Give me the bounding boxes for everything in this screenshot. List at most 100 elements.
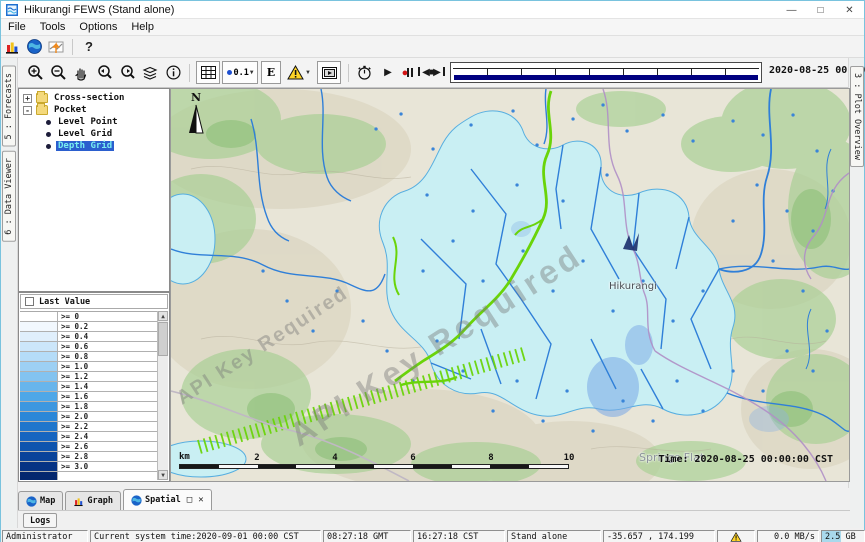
color-swatch: [20, 372, 58, 381]
globe-icon: [27, 39, 42, 54]
spatial-display-button[interactable]: [45, 37, 67, 57]
color-swatch: [20, 352, 58, 361]
close-button[interactable]: ✕: [835, 1, 864, 19]
pan-button[interactable]: [70, 61, 92, 84]
legend-row: >= 1.0: [20, 362, 157, 372]
bullet-icon: [46, 144, 51, 149]
help-button[interactable]: ?: [78, 37, 100, 57]
scroll-up-icon[interactable]: ▲: [158, 311, 168, 321]
status-user: Administrator: [2, 530, 88, 542]
panel-close-icon[interactable]: ✕: [198, 495, 203, 505]
bar-chart-icon: [4, 39, 20, 55]
info-button[interactable]: [162, 61, 184, 84]
town-label: Hikurangi: [609, 281, 657, 292]
tab-spatial[interactable]: Spatial □ ✕: [123, 489, 212, 510]
play-button[interactable]: ▶: [378, 61, 398, 84]
color-swatch: [20, 422, 58, 431]
scale-bar: km 2 4 6 8 10: [179, 451, 571, 469]
tab-forecasts[interactable]: 5 : Forecasts: [2, 66, 16, 147]
status-local-time: 16:27:18 CST: [413, 530, 505, 542]
map-time-label: Time: 2020-08-25 00:00:00 CST: [658, 454, 833, 465]
step-back-icon: ◀: [418, 67, 430, 78]
timeline-range-bar[interactable]: [454, 75, 758, 80]
thresholds-warning-dropdown[interactable]: ▼: [284, 61, 314, 84]
tab-plot-overview[interactable]: 3 : Plot Overview: [850, 66, 864, 167]
legend-row: >= 2.6: [20, 442, 157, 452]
last-value-checkbox[interactable]: [25, 297, 34, 306]
toolbar-separator: [189, 64, 190, 82]
color-swatch: [20, 442, 58, 451]
layers-button[interactable]: [139, 61, 161, 84]
tab-map[interactable]: Map: [18, 491, 63, 510]
zoom-in-icon: [27, 64, 44, 81]
status-bar: Administrator Current system time:2020-0…: [1, 530, 865, 542]
color-swatch: [20, 312, 58, 321]
zoom-next-button[interactable]: [116, 61, 138, 84]
status-system-time: Current system time:2020-09-01 00:00 CST: [90, 530, 321, 542]
status-warning-cell[interactable]: [717, 530, 755, 542]
grid-threshold-dropdown[interactable]: 0.1 ▼: [222, 61, 258, 84]
help-icon: ?: [85, 39, 93, 54]
expand-icon[interactable]: +: [23, 94, 32, 103]
color-swatch: [20, 402, 58, 411]
menu-help[interactable]: Help: [124, 20, 161, 34]
map-canvas[interactable]: N API Key Required API Key Required Hiku…: [170, 88, 850, 482]
grid-display-button[interactable]: [196, 61, 220, 84]
database-viewer-button[interactable]: [1, 37, 23, 57]
menu-options[interactable]: Options: [72, 20, 124, 34]
label-edit-button[interactable]: E: [261, 61, 281, 84]
window-title: Hikurangi FEWS (Stand alone): [24, 4, 174, 16]
zoom-in-button[interactable]: [24, 61, 46, 84]
warning-triangle-icon: [730, 532, 742, 542]
panel-maximize-icon[interactable]: □: [187, 495, 192, 505]
logs-button[interactable]: Logs: [23, 513, 57, 528]
zoom-previous-button[interactable]: [93, 61, 115, 84]
globe-icon: [131, 495, 142, 506]
application-window: Hikurangi FEWS (Stand alone) — □ ✕ File …: [0, 0, 865, 542]
menu-tools[interactable]: Tools: [33, 20, 73, 34]
timeline-axis: [453, 68, 759, 69]
edit-icon: E: [267, 66, 275, 79]
menu-file[interactable]: File: [1, 20, 33, 34]
legend-row: >= 2.2: [20, 422, 157, 432]
color-swatch: [20, 322, 58, 331]
main-toolbar: ?: [1, 36, 864, 58]
left-panel-strip: 5 : Forecasts 6 : Data Viewer: [1, 58, 18, 528]
tab-graph[interactable]: Graph: [65, 491, 121, 510]
record-button[interactable]: ●: [398, 61, 412, 84]
layers-icon: [142, 66, 158, 80]
record-icon: ●: [402, 67, 409, 79]
zoom-out-button[interactable]: [47, 61, 69, 84]
animation-display-button[interactable]: [317, 61, 341, 84]
animation-settings-button[interactable]: [352, 61, 376, 84]
layer-tree: + Cross-section - Pocket Level Point Lev…: [18, 88, 170, 292]
minimize-button[interactable]: —: [777, 1, 806, 19]
last-value-row: Last Value: [20, 294, 168, 309]
tree-item-pocket[interactable]: - Pocket: [19, 104, 169, 116]
maximize-button[interactable]: □: [806, 1, 835, 19]
tree-item-depth-grid[interactable]: Depth Grid: [19, 140, 169, 152]
collapse-icon[interactable]: -: [23, 106, 32, 115]
status-gmt-time: 08:27:18 GMT: [323, 530, 411, 542]
tree-item-level-grid[interactable]: Level Grid: [19, 128, 169, 140]
warning-triangle-icon: [287, 65, 304, 80]
tree-item-level-point[interactable]: Level Point: [19, 116, 169, 128]
legend-scrollbar[interactable]: ▲ ▼: [157, 311, 168, 480]
scrollbar-thumb[interactable]: [158, 322, 168, 356]
step-back-button[interactable]: ◀: [417, 61, 431, 84]
tab-data-viewer[interactable]: 6 : Data Viewer: [2, 151, 16, 242]
legend-row: >= 0.2: [20, 322, 157, 332]
step-forward-button[interactable]: ▶: [432, 61, 446, 84]
toolbar-separator: [72, 39, 73, 55]
globe-icon: [26, 496, 37, 507]
right-panel-strip: 3 : Plot Overview: [848, 58, 864, 528]
chart-arrow-icon: [48, 39, 64, 55]
threshold-value: 0.1: [234, 68, 249, 78]
zoom-out-icon: [50, 64, 67, 81]
timeline-slider[interactable]: [450, 62, 762, 83]
legend-row: >= 0.8: [20, 352, 157, 362]
scroll-down-icon[interactable]: ▼: [158, 470, 168, 480]
map-display-button[interactable]: [23, 37, 45, 57]
display-tabs: Map Graph Spatial □ ✕: [18, 488, 850, 510]
map-toolbar: 0.1 ▼ E ▼: [18, 58, 850, 88]
